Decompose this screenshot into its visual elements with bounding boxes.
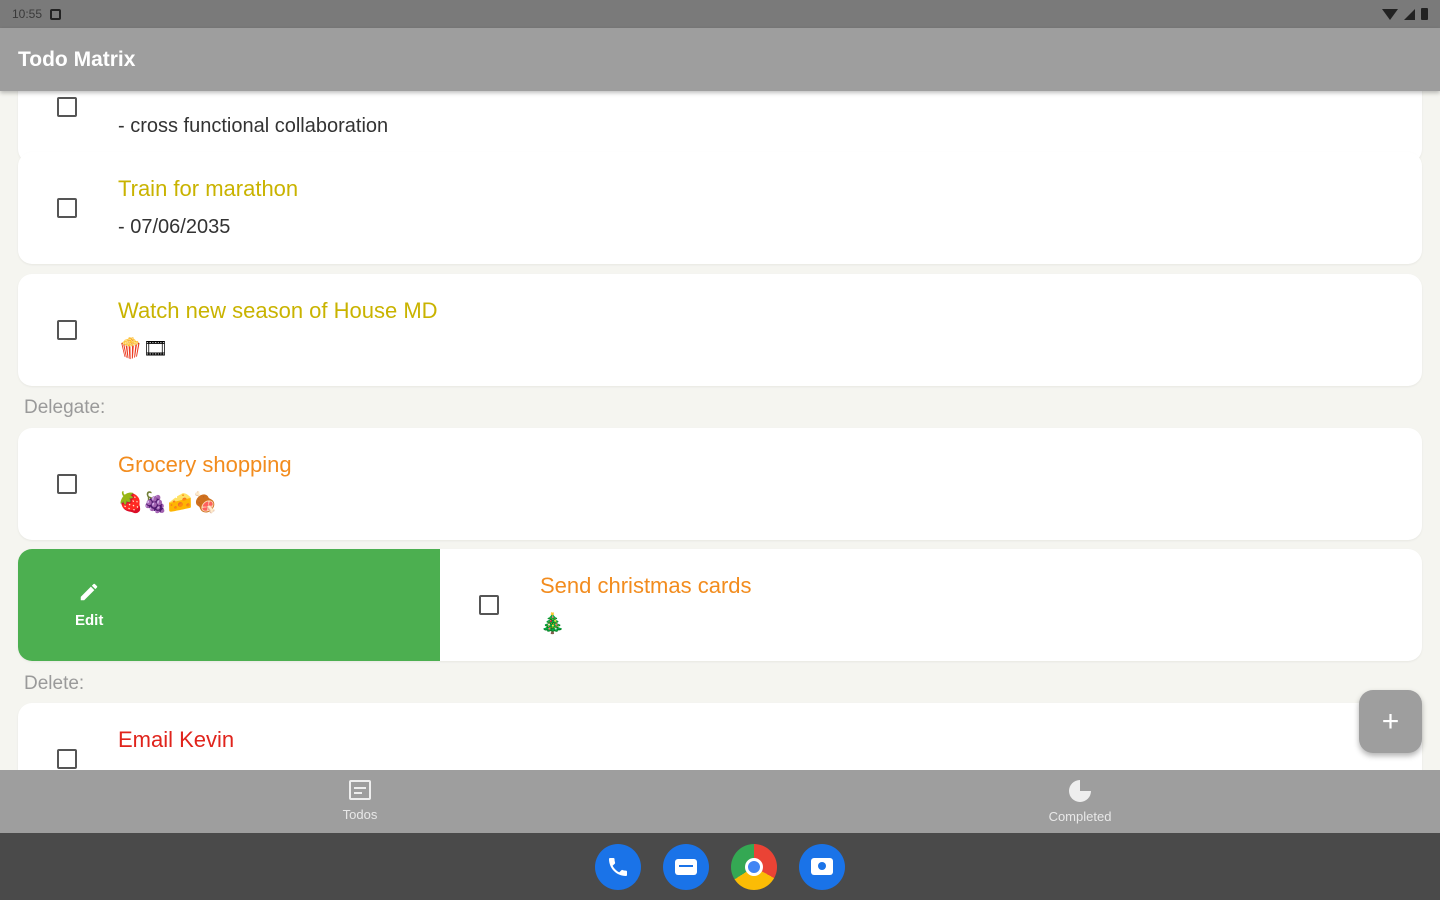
- camera-icon: [811, 858, 833, 875]
- todo-checkbox[interactable]: [57, 474, 77, 494]
- status-bar: 10:55: [0, 0, 1440, 28]
- todo-emoji: 🍓🍇🧀🍖: [118, 490, 218, 514]
- battery-icon: [1421, 8, 1428, 20]
- nav-label-todos: Todos: [342, 807, 378, 822]
- chrome-app-icon[interactable]: [731, 843, 777, 890]
- notification-icon: [50, 8, 62, 20]
- section-label-delegate: Delegate:: [24, 397, 106, 418]
- pie-chart-icon: [1069, 780, 1091, 802]
- todo-emoji: 🍿🎞: [118, 336, 169, 360]
- phone-app-icon[interactable]: [595, 843, 641, 890]
- signal-icon: [1404, 8, 1415, 20]
- messages-app-icon[interactable]: [663, 843, 709, 890]
- status-time: 10:55: [12, 7, 43, 21]
- todo-subtitle: - cross functional collaboration: [118, 115, 389, 137]
- nav-tab-todos[interactable]: Todos: [300, 780, 420, 822]
- todo-checkbox[interactable]: [479, 595, 499, 615]
- pencil-icon: [80, 583, 98, 601]
- camera-app-icon[interactable]: [799, 843, 845, 890]
- todo-title: Train for marathon: [118, 176, 299, 201]
- system-dock: [0, 833, 1440, 900]
- app-title: Todo Matrix: [18, 47, 136, 71]
- message-icon: [675, 858, 697, 875]
- todo-checkbox[interactable]: [57, 198, 77, 218]
- todo-card-send-christmas-cards[interactable]: Edit Send christmas cards 🎄: [18, 549, 1422, 661]
- todo-card-watch-house-md[interactable]: Watch new season of House MD 🍿🎞: [18, 274, 1422, 386]
- phone-icon: [609, 857, 627, 876]
- todo-checkbox[interactable]: [57, 320, 77, 340]
- plus-icon: +: [1381, 704, 1400, 738]
- chrome-icon: [745, 857, 763, 876]
- todo-content[interactable]: Send christmas cards 🎄: [440, 549, 1422, 661]
- nav-tab-completed[interactable]: Completed: [1020, 780, 1140, 824]
- todo-title: Send christmas cards: [540, 573, 752, 598]
- todo-list-icon: [349, 780, 371, 800]
- todo-checkbox[interactable]: [57, 749, 77, 769]
- wifi-icon: [1382, 8, 1398, 20]
- todo-card-train-for-marathon[interactable]: Train for marathon - 07/06/2035: [18, 152, 1422, 264]
- edit-swipe-action[interactable]: Edit: [18, 549, 440, 661]
- todo-title: Watch new season of House MD: [118, 298, 438, 323]
- edit-label: Edit: [75, 612, 104, 629]
- todo-checkbox[interactable]: [57, 97, 77, 117]
- todo-emoji: 🎄: [540, 611, 565, 635]
- todo-title: Grocery shopping: [118, 452, 292, 477]
- section-label-delete: Delete:: [24, 673, 85, 694]
- bottom-navigation: Todos Completed: [0, 770, 1440, 833]
- add-todo-button[interactable]: +: [1359, 690, 1422, 753]
- todo-list[interactable]: - cross functional collaboration Train f…: [0, 91, 1440, 770]
- todo-subtitle: - 07/06/2035: [118, 216, 231, 238]
- todo-card-email-kevin[interactable]: Email Kevin: [18, 703, 1422, 770]
- todo-card-grocery-shopping[interactable]: Grocery shopping 🍓🍇🧀🍖: [18, 428, 1422, 540]
- app-bar: Todo Matrix: [0, 28, 1440, 91]
- todo-title: Email Kevin: [118, 727, 235, 752]
- nav-label-completed: Completed: [1048, 809, 1112, 824]
